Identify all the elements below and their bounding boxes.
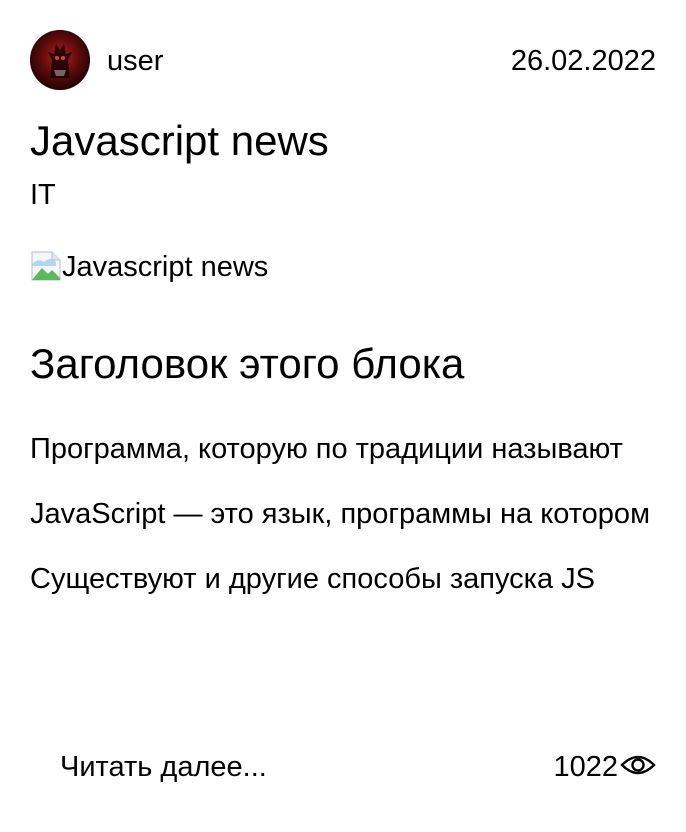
paragraph: JavaScript — это язык, программы на кото… <box>30 498 651 530</box>
broken-image-icon <box>30 250 62 282</box>
post-header: user 26.02.2022 <box>30 30 656 90</box>
paragraph: Программа, которую по традиции называют <box>30 433 623 465</box>
author-name[interactable]: user <box>107 44 163 78</box>
block-title: Заголовок этого блока <box>30 340 465 387</box>
avatar-image-icon <box>30 30 90 90</box>
post-title: Javascript news <box>30 117 329 164</box>
post-image: Javascript news <box>30 250 268 290</box>
post-body: Программа, которую по традиции называют … <box>30 432 656 627</box>
paragraph: Существуют и другие способы запуска JS <box>30 563 596 595</box>
views-counter: 1022 <box>553 750 656 784</box>
views-count: 1022 <box>553 751 618 783</box>
post-category: IT <box>30 179 56 211</box>
read-more-link[interactable]: Читать далее... <box>60 750 267 784</box>
post-footer: Читать далее... 1022 <box>60 750 656 786</box>
eye-icon <box>618 753 656 782</box>
avatar[interactable] <box>30 30 90 90</box>
post-card: user 26.02.2022 Javascript news IT Javas… <box>0 0 686 832</box>
image-alt-text: Javascript news <box>62 251 269 283</box>
post-date: 26.02.2022 <box>510 45 656 77</box>
